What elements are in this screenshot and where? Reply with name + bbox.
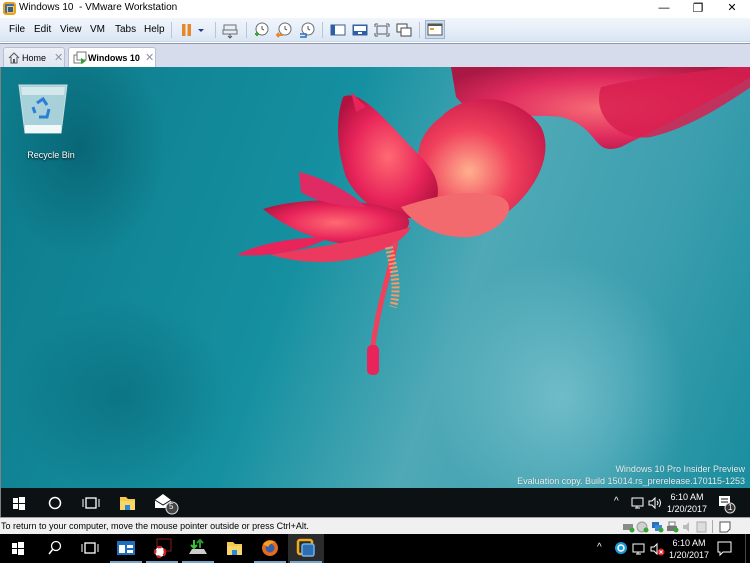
guest-clock[interactable]: 6:10 AM 1/20/2017 <box>665 491 709 515</box>
thumbnail-bar-icon[interactable] <box>351 21 369 39</box>
desktop-icon-recycle-bin[interactable]: Recycle Bin <box>9 73 77 160</box>
cd-dvd-icon[interactable] <box>636 520 649 533</box>
host-firefox-icon[interactable] <box>252 534 288 563</box>
menu-help[interactable]: Help <box>144 24 165 35</box>
toolbar-separator <box>419 22 420 38</box>
toolbar-separator <box>171 22 172 38</box>
menu-edit[interactable]: Edit <box>34 24 51 35</box>
vmware-app-icon <box>3 2 16 15</box>
guest-tray-chevron[interactable]: ^ <box>614 496 619 507</box>
toolbar-separator <box>322 22 323 38</box>
tab-home-label: Home <box>22 53 47 63</box>
host-volume-muted-icon[interactable] <box>650 542 666 561</box>
host-start-button[interactable] <box>0 534 36 563</box>
tab-windows-10-close-icon[interactable]: ✕ <box>145 51 154 64</box>
title-bar: Windows 10 - VMware Workstation — ❐ ✕ <box>0 0 750 18</box>
vm-icon <box>73 51 87 67</box>
host-task-view-icon[interactable] <box>72 534 108 563</box>
console-view-icon[interactable] <box>425 20 445 39</box>
menu-toolbar: File Edit View VM Tabs Help <box>0 18 750 42</box>
restore-button[interactable]: ❐ <box>681 0 715 18</box>
full-screen-icon[interactable] <box>373 21 391 39</box>
menu-view[interactable]: View <box>60 24 82 35</box>
toolbar-separator <box>215 22 216 38</box>
host-taskbar: ^ 6:10 AM 1/20/2017 <box>0 534 750 563</box>
message-log-icon[interactable] <box>719 520 732 533</box>
host-help-lifesaver-icon[interactable] <box>144 534 180 563</box>
tab-windows-10[interactable]: Windows 10 ✕ <box>68 47 156 68</box>
pause-icon[interactable] <box>178 21 196 39</box>
toolbar-separator <box>246 22 247 38</box>
power-dropdown-icon[interactable] <box>195 21 207 39</box>
printer-icon[interactable] <box>666 520 679 533</box>
minimize-button[interactable]: — <box>647 0 681 18</box>
guest-file-explorer-icon[interactable] <box>109 488 145 517</box>
window-title: Windows 10 - VMware Workstation <box>19 2 178 13</box>
guest-time: 6:10 AM <box>670 492 704 502</box>
status-separator <box>712 520 713 533</box>
status-message: To return to your computer, move the mou… <box>1 521 309 531</box>
tab-home[interactable]: Home ✕ <box>3 47 65 68</box>
recycle-bin-icon <box>18 84 68 134</box>
host-vmware-workstation-icon[interactable] <box>288 534 324 563</box>
sound-card-icon[interactable] <box>681 520 694 532</box>
hard-disk-icon[interactable] <box>622 520 635 533</box>
network-adapter-icon[interactable] <box>651 520 664 533</box>
revert-snapshot-icon[interactable] <box>275 21 293 39</box>
guest-cortana-icon[interactable] <box>37 488 73 517</box>
host-app-window-icon[interactable] <box>108 534 144 563</box>
guest-action-center-icon[interactable]: 1 <box>717 494 737 514</box>
watermark-build: Evaluation copy. Build 15014.rs_prerelea… <box>517 476 745 486</box>
host-time: 6:10 AM <box>672 538 706 548</box>
host-action-center-icon[interactable] <box>717 541 733 562</box>
mail-badge: 5 <box>169 502 174 511</box>
guest-start-button[interactable] <box>1 488 37 517</box>
snapshot-manager-icon[interactable] <box>298 21 316 39</box>
host-date: 1/20/2017 <box>668 550 710 560</box>
host-network-icon[interactable] <box>632 542 646 561</box>
show-library-icon[interactable] <box>329 21 347 39</box>
desktop-icon-label: Recycle Bin <box>27 150 75 160</box>
host-search-icon[interactable] <box>36 534 72 563</box>
menu-tabs[interactable]: Tabs <box>115 24 136 35</box>
host-transfer-app-icon[interactable] <box>180 534 216 563</box>
guest-task-view-icon[interactable] <box>73 488 109 517</box>
unity-icon[interactable] <box>395 21 413 39</box>
home-icon <box>8 52 20 66</box>
guest-network-icon[interactable] <box>631 496 645 515</box>
menu-vm[interactable]: VM <box>90 24 105 35</box>
host-sync-app-icon[interactable] <box>614 541 628 560</box>
send-ctrl-alt-del-icon[interactable] <box>221 21 239 39</box>
watermark-edition: Windows 10 Pro Insider Preview <box>615 464 745 474</box>
guest-mail-icon[interactable]: 5 <box>145 488 181 517</box>
tab-windows-10-label: Windows 10 <box>88 53 140 63</box>
wallpaper-flower <box>237 67 750 375</box>
menu-file[interactable]: File <box>9 24 25 35</box>
display-icon[interactable] <box>695 520 708 533</box>
host-tray-chevron[interactable]: ^ <box>597 542 602 553</box>
vm-console-screen[interactable]: Recycle Bin Windows 10 Pro Insider Previ… <box>0 67 750 517</box>
show-desktop-button[interactable] <box>745 534 750 563</box>
host-file-explorer-icon[interactable] <box>216 534 252 563</box>
status-bar: To return to your computer, move the mou… <box>0 517 750 534</box>
host-clock[interactable]: 6:10 AM 1/20/2017 <box>666 537 712 561</box>
tab-home-close-icon[interactable]: ✕ <box>54 51 63 64</box>
close-button[interactable]: ✕ <box>715 0 749 18</box>
take-snapshot-icon[interactable] <box>252 21 270 39</box>
guest-taskbar: 5 ^ 6:10 AM 1/20/2017 1 <box>1 488 750 517</box>
guest-volume-icon[interactable] <box>648 496 664 515</box>
guest-date: 1/20/2017 <box>666 504 708 514</box>
notification-badge: 1 <box>728 503 733 512</box>
tab-bar: Home ✕ Windows 10 ✕ <box>0 43 750 68</box>
